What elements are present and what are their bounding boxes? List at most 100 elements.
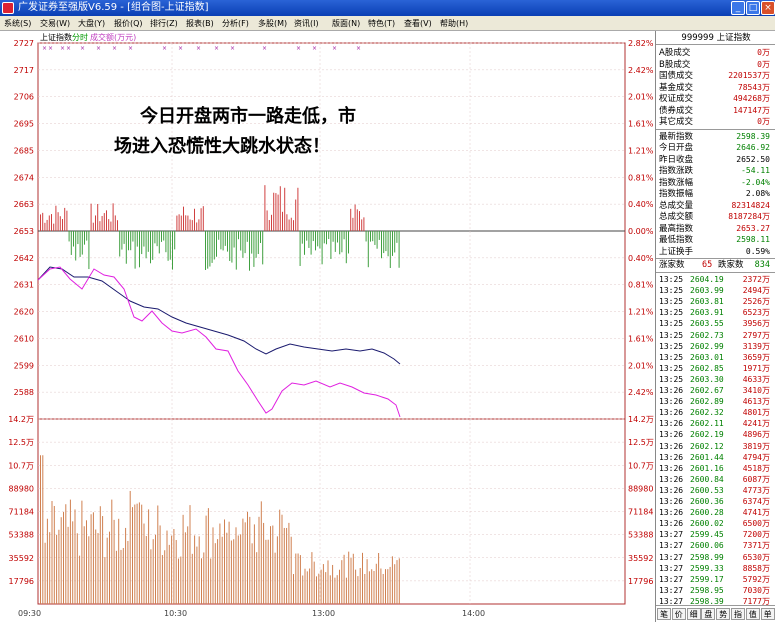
close-button[interactable]: × (761, 1, 775, 15)
tick-row: 13:26 2600.53 4773万 (656, 485, 774, 496)
menu-report[interactable]: 报表(B) (186, 16, 214, 31)
momentum-bar (385, 231, 387, 252)
index-stat-value: 2598.39 (736, 131, 770, 141)
menu-analysis[interactable]: 分析(F) (222, 16, 249, 31)
volume-bar (230, 540, 232, 604)
momentum-bar (348, 231, 349, 254)
tick-time: 13:26 (659, 430, 684, 440)
volume-bar (148, 509, 150, 604)
tick-price: 2601.44 (690, 452, 724, 462)
index-stat-row: 总成交量 82314824 (656, 200, 774, 212)
panel-tab-3[interactable]: 盘 (701, 608, 716, 620)
minimize-button[interactable]: _ (731, 1, 745, 15)
volume-bar (345, 577, 347, 604)
annotation-line-1: 今日开盘两市一路走低，市 (140, 106, 356, 127)
stat-row: 权证成交 494268万 (656, 93, 774, 105)
tick-time: 13:25 (659, 330, 684, 340)
tick-price: 2603.91 (690, 308, 724, 318)
menu-rank[interactable]: 排行(Z) (150, 16, 178, 31)
index-name: 上证指数 (716, 33, 751, 43)
tick-price: 2599.45 (690, 530, 724, 540)
index-stat-row: 最高指数 2653.27 (656, 223, 774, 235)
tick-volume: 7030万 (742, 585, 770, 595)
volume-bar (309, 568, 311, 604)
volume-tick-label-right: 88980 (628, 484, 653, 493)
maximize-button[interactable]: □ (746, 1, 760, 15)
menu-system[interactable]: 系统(S) (4, 16, 31, 31)
tick-row: 13:26 2602.89 4613万 (656, 396, 774, 407)
stat-value: 494268万 (733, 94, 770, 103)
tick-price: 2603.55 (690, 319, 724, 329)
tick-time: 13:26 (659, 397, 684, 407)
time-tick-label: 09:30 (18, 609, 41, 618)
volume-bar (92, 512, 94, 604)
momentum-bar (216, 231, 217, 257)
volume-bar (293, 574, 294, 604)
stat-row: 其它成交 0万 (656, 116, 774, 128)
tick-time: 13:25 (659, 352, 684, 362)
momentum-bar (95, 215, 96, 231)
volume-bar (76, 533, 78, 604)
volume-bar (348, 551, 350, 604)
momentum-bar (233, 231, 235, 248)
event-marker: × (230, 45, 235, 52)
tick-time: 13:26 (659, 519, 684, 529)
volume-bar (306, 571, 308, 604)
price-tick-label: 2642 (14, 254, 34, 263)
tick-time: 13:25 (659, 319, 684, 329)
volume-bar (281, 514, 283, 604)
momentum-bar (57, 212, 59, 231)
momentum-bar (251, 231, 253, 254)
tick-price: 2600.36 (690, 497, 724, 506)
panel-tab-5[interactable]: 指 (731, 608, 745, 620)
momentum-bar (319, 231, 321, 249)
volume-bar (276, 536, 278, 604)
panel-tab-6[interactable]: 值 (745, 608, 760, 620)
momentum-bar (154, 231, 156, 244)
volume-bar (79, 555, 81, 604)
volume-bar (40, 455, 41, 604)
momentum-bar (235, 231, 237, 270)
menu-layout[interactable]: 版面(N) (332, 16, 360, 31)
volume-bar (233, 539, 235, 604)
stat-row: 债券成交 147147万 (656, 105, 774, 117)
menu-special[interactable]: 特色(T) (368, 16, 395, 31)
volume-bar (375, 563, 377, 604)
tick-time: 13:26 (659, 386, 684, 395)
momentum-bar (398, 231, 400, 268)
panel-tab-0[interactable]: 笔 (657, 608, 671, 620)
momentum-bar (356, 209, 358, 231)
tick-volume: 2526万 (742, 297, 770, 307)
index-stat-value: 2646.92 (736, 143, 770, 152)
menu-multi[interactable]: 多股(M) (258, 16, 287, 31)
index-stat-row: 最新指数 2598.39 (656, 131, 774, 143)
tick-volume: 4518万 (742, 463, 770, 473)
volume-bar (173, 529, 175, 604)
event-marker: × (66, 45, 71, 52)
momentum-bar (260, 231, 261, 244)
volume-bar (336, 575, 338, 604)
momentum-bar (66, 210, 68, 231)
menu-news[interactable]: 资讯(I) (294, 16, 319, 31)
momentum-bar (224, 231, 226, 246)
panel-tab-7[interactable]: 单 (760, 608, 775, 620)
panel-tab-2[interactable]: 细 (686, 608, 701, 620)
menu-trade[interactable]: 交易(W) (40, 16, 70, 31)
menu-market[interactable]: 大盘(Y) (78, 16, 105, 31)
menu-view[interactable]: 查看(V) (404, 16, 432, 31)
volume-bar (389, 566, 391, 604)
menu-quote[interactable]: 报价(Q) (114, 16, 143, 31)
index-stat-label: 最高指数 (659, 223, 694, 234)
volume-bar (81, 500, 83, 604)
panel-tab-4[interactable]: 势 (716, 608, 731, 620)
momentum-bar (334, 231, 336, 252)
price-tick-label: 2631 (14, 281, 34, 290)
menu-help[interactable]: 帮助(H) (440, 16, 468, 31)
tick-time: 13:27 (659, 563, 684, 573)
pct-tick-label: 0.00% (628, 227, 654, 236)
volume-bar (311, 552, 313, 604)
volume-bar (178, 558, 179, 604)
momentum-bar (55, 205, 57, 231)
panel-tab-1[interactable]: 价 (671, 608, 686, 620)
tick-time: 13:25 (659, 308, 684, 318)
